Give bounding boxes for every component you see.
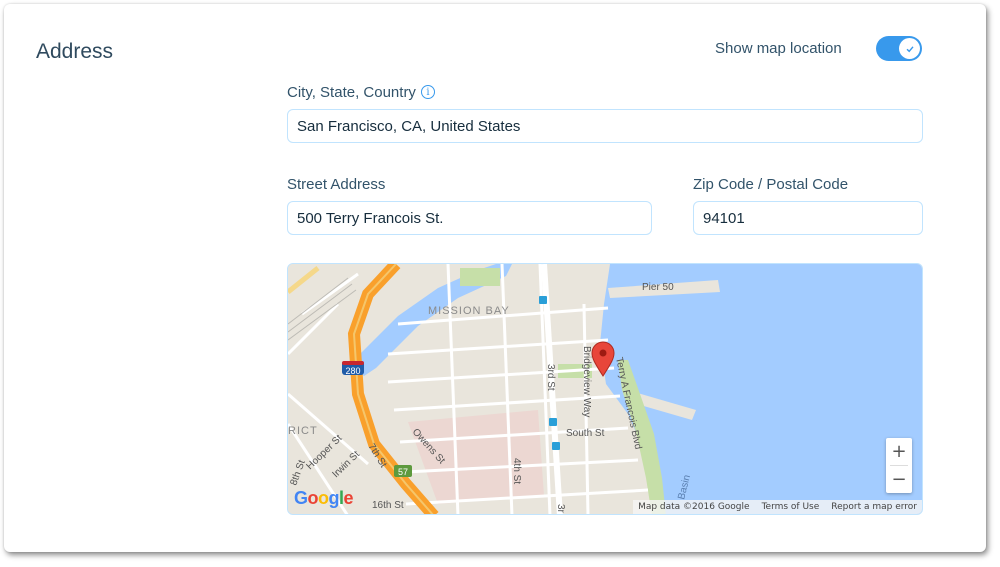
zoom-control: + − — [886, 438, 912, 493]
city-label-text: City, State, Country — [287, 84, 416, 101]
map-label-3rd-b: 3r — [555, 504, 566, 514]
map-label-4th: 4th St — [511, 458, 522, 484]
map-label-bridgeview: Bridgeview Way — [581, 346, 592, 417]
city-input[interactable] — [287, 109, 923, 143]
check-icon — [906, 45, 914, 52]
zoom-out-button[interactable]: − — [886, 466, 912, 493]
map-data-text: Map data ©2016 Google — [638, 502, 750, 512]
toggle-label: Show map location — [715, 40, 842, 57]
info-icon[interactable]: i — [420, 85, 435, 100]
report-error-link[interactable]: Report a map error — [831, 502, 917, 512]
map-label-280: 280 — [345, 366, 360, 376]
google-logo: Google — [294, 488, 354, 508]
map-view[interactable]: 280 57 Pier 50 MISSION BAY Bridgeview Wa… — [287, 263, 923, 515]
map-canvas[interactable]: 280 57 Pier 50 MISSION BAY Bridgeview Wa… — [288, 264, 923, 515]
zip-label: Zip Code / Postal Code — [693, 176, 849, 193]
map-label-pier: Pier 50 — [642, 282, 674, 293]
show-map-toggle[interactable] — [876, 36, 922, 61]
map-label-south: South St — [566, 428, 605, 439]
map-label-57: 57 — [398, 467, 408, 477]
city-label: City, State, Country i — [287, 84, 435, 101]
map-label-3rd: 3rd St — [545, 364, 556, 391]
street-input[interactable] — [287, 201, 652, 235]
address-card: Address Show map location City, State, C… — [4, 4, 986, 552]
section-title: Address — [36, 40, 114, 63]
zip-input[interactable] — [693, 201, 923, 235]
toggle-knob[interactable] — [899, 38, 920, 59]
map-label-16th: 16th St — [372, 500, 404, 511]
map-attribution: Map data ©2016 Google Terms of Use Repor… — [633, 500, 922, 514]
terms-link[interactable]: Terms of Use — [762, 502, 820, 512]
map-label-district: RICT — [288, 425, 318, 437]
zoom-in-button[interactable]: + — [886, 438, 912, 465]
street-label: Street Address — [287, 176, 386, 193]
map-label-mission-bay: MISSION BAY — [428, 305, 510, 317]
